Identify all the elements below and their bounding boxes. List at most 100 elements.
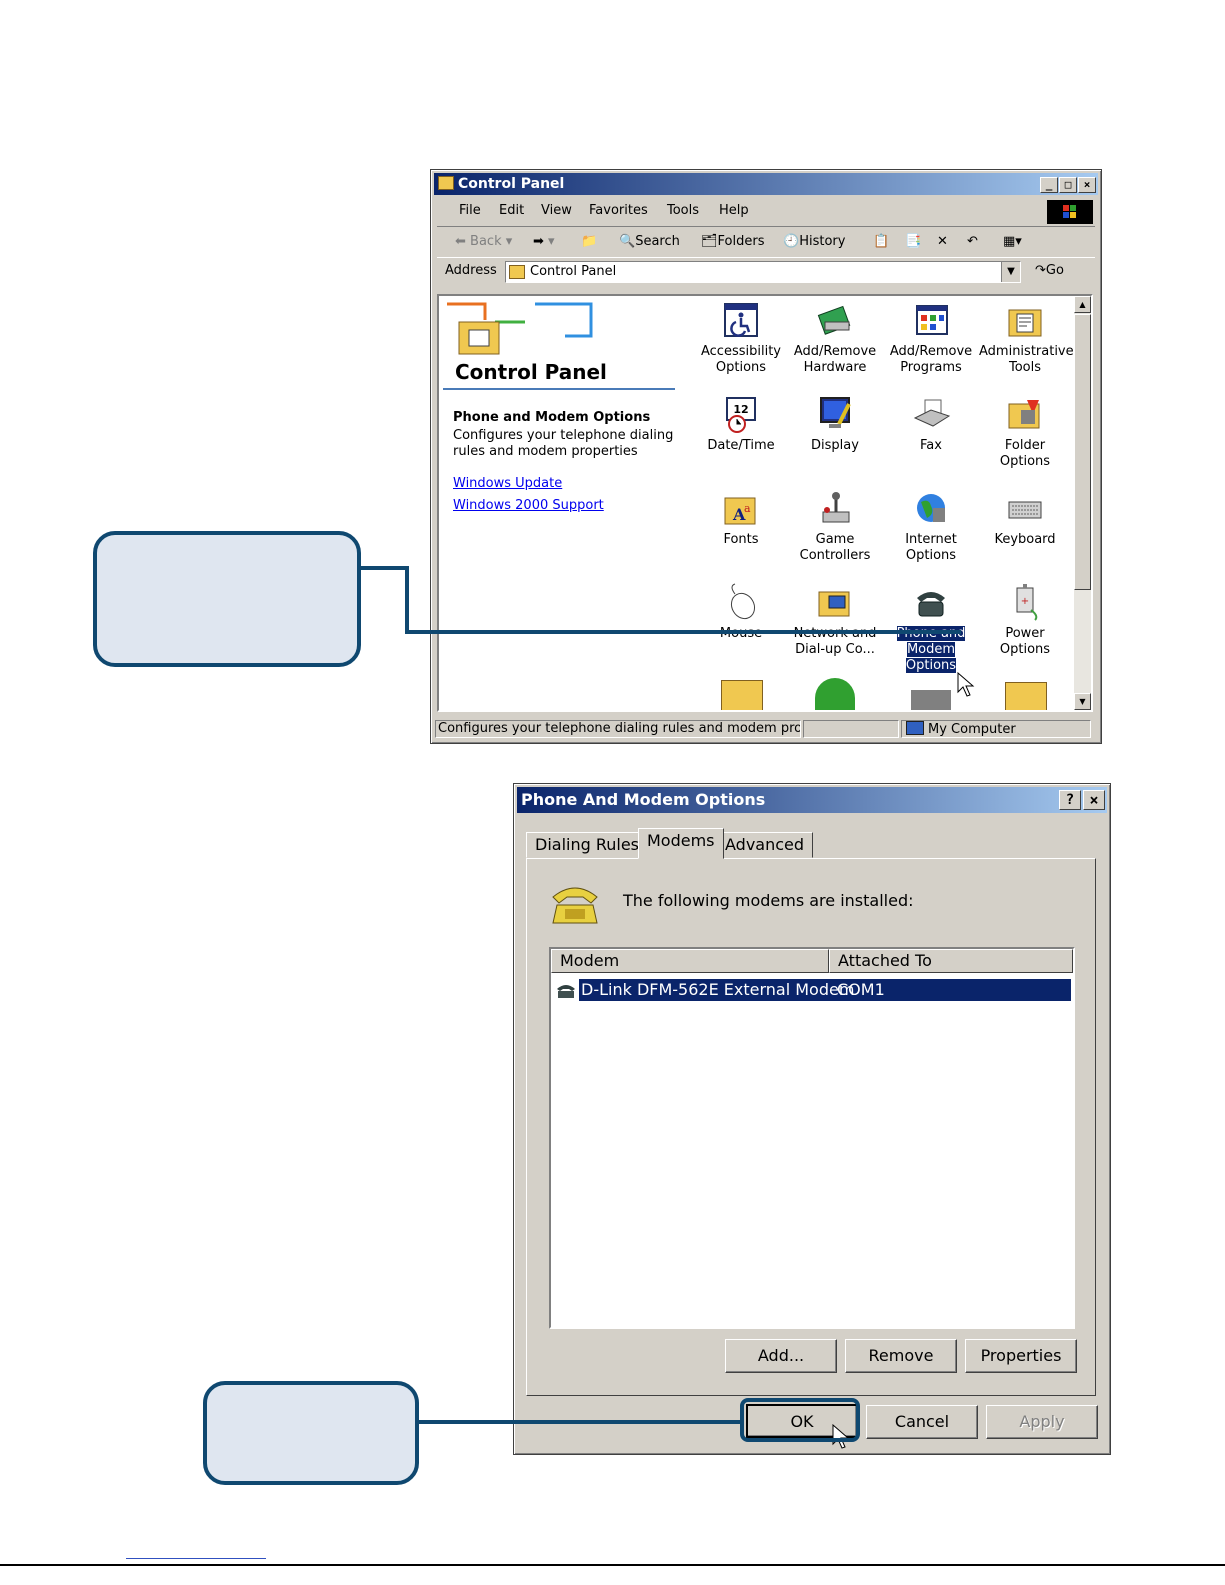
status-text: Configures your telephone dialing rules …: [435, 720, 801, 738]
history-icon: 🕘: [783, 234, 800, 249]
remove-modem-button[interactable]: Remove: [845, 1339, 957, 1373]
tab-advanced[interactable]: Advanced: [716, 832, 814, 858]
add-modem-button[interactable]: Add...: [725, 1339, 837, 1373]
folder-options-item[interactable]: Folder Options: [979, 394, 1071, 470]
undo-icon[interactable]: ↶: [967, 234, 978, 249]
menu-edit[interactable]: Edit: [499, 203, 524, 218]
fonts-icon: Aa: [724, 497, 756, 525]
keyboard-item[interactable]: Keyboard: [979, 488, 1071, 548]
mouse-cursor-icon: [957, 672, 975, 697]
modem-icon: [557, 985, 575, 998]
control-panel-banner-icon: [445, 302, 595, 360]
back-arrow-icon: ⬅: [455, 234, 466, 249]
printers-partial-icon: [721, 680, 763, 710]
administrative-tools-item[interactable]: Administrative Tools: [979, 300, 1074, 376]
ok-button-highlight-ring: [740, 1398, 860, 1442]
column-header-attached-to[interactable]: Attached To: [829, 949, 1073, 973]
add-remove-hardware-item[interactable]: Add/Remove Hardware: [789, 300, 881, 376]
forward-button[interactable]: ➡ ▾: [533, 234, 555, 249]
tab-modems[interactable]: Modems: [638, 828, 724, 859]
callout-box-control-panel: [93, 531, 361, 667]
control-panel-titlebar[interactable]: Control Panel _ □ ×: [434, 173, 1098, 195]
copy-to-icon[interactable]: 📑: [905, 234, 921, 249]
modem-properties-button[interactable]: Properties: [965, 1339, 1077, 1373]
callout-box-ok: [203, 1381, 419, 1485]
joystick-icon: [822, 492, 850, 523]
fonts-item[interactable]: Aa Fonts: [695, 488, 787, 548]
sidebar-divider: [443, 388, 675, 390]
fax-item[interactable]: Fax: [885, 394, 977, 454]
date-time-item[interactable]: 12 Date/Time: [695, 394, 787, 454]
callout-connector-horizontal-bottom: [405, 630, 961, 634]
apply-button[interactable]: Apply: [986, 1405, 1098, 1439]
vertical-scrollbar[interactable]: ▲ ▼: [1074, 296, 1091, 710]
go-button[interactable]: ↷Go: [1035, 263, 1064, 278]
scroll-up-button[interactable]: ▲: [1074, 296, 1091, 313]
minimize-button[interactable]: _: [1040, 177, 1058, 193]
accessibility-options-item[interactable]: Accessibility Options: [695, 300, 787, 376]
delete-icon[interactable]: ✕: [937, 234, 948, 249]
history-button[interactable]: 🕘History: [783, 234, 845, 249]
hardware-icon: [817, 305, 851, 335]
fax-icon: [913, 399, 951, 427]
menu-file[interactable]: File: [459, 203, 481, 218]
callout-connector-vertical: [405, 566, 409, 634]
control-panel-window-icon: [438, 176, 454, 190]
page-footer-rule: [0, 1564, 1225, 1566]
admin-tools-icon: [1008, 309, 1042, 337]
svg-text:12: 12: [733, 403, 748, 416]
address-input[interactable]: Control Panel ▼: [505, 261, 1021, 283]
table-row[interactable]: D-Link DFM-562E External Modem COM1: [553, 978, 1072, 1002]
move-to-icon[interactable]: 📋: [873, 234, 889, 249]
scroll-down-button[interactable]: ▼: [1074, 693, 1091, 710]
address-dropdown-button[interactable]: ▼: [1001, 262, 1020, 282]
close-button[interactable]: ×: [1078, 177, 1096, 193]
windows-update-link[interactable]: Windows Update: [453, 476, 562, 491]
folders-button[interactable]: 🗂Folders: [701, 234, 764, 249]
programs-icon: [916, 305, 948, 335]
network-dialup-item[interactable]: Network and Dial-up Co...: [789, 582, 881, 658]
search-button[interactable]: 🔍Search: [619, 234, 680, 249]
maximize-button[interactable]: □: [1059, 177, 1077, 193]
internet-options-item[interactable]: Internet Options: [885, 488, 977, 564]
regional-options-partial-icon: [815, 678, 855, 710]
column-header-modem[interactable]: Modem: [551, 949, 829, 973]
power-icon: +: [1016, 584, 1038, 621]
game-controllers-item[interactable]: Game Controllers: [789, 488, 881, 564]
phone-icon: [917, 592, 945, 617]
display-item[interactable]: Display: [789, 394, 881, 454]
scroll-thumb[interactable]: [1074, 314, 1091, 590]
control-panel-small-icon: [509, 265, 525, 279]
menu-tools[interactable]: Tools: [667, 203, 699, 218]
selected-item-description: Configures your telephone dialing rules …: [453, 428, 674, 459]
power-options-item[interactable]: + Power Options: [979, 582, 1071, 658]
callout-connector-ok-line: [419, 1420, 743, 1424]
telephone-icon: [552, 887, 598, 924]
status-zone: My Computer: [901, 720, 1091, 738]
menu-favorites[interactable]: Favorites: [589, 203, 648, 218]
menu-help[interactable]: Help: [719, 203, 749, 218]
dialog-close-button[interactable]: ×: [1083, 790, 1105, 810]
address-bar: Address Control Panel ▼ ↷Go: [437, 258, 1095, 286]
windows-2000-support-link[interactable]: Windows 2000 Support: [453, 498, 604, 513]
phone-modem-dialog: Phone And Modem Options ? × Dialing Rule…: [513, 783, 1111, 1455]
modems-list[interactable]: Modem Attached To D-Link DFM-562E Extern…: [549, 947, 1075, 1329]
control-panel-title: Control Panel: [458, 176, 565, 192]
network-icon: [818, 591, 850, 617]
selected-item-title: Phone and Modem Options: [453, 410, 651, 425]
phone-modem-options-item[interactable]: Phone and Modem Options: [885, 582, 977, 674]
menu-bar: File Edit View Favorites Tools Help: [437, 198, 1095, 224]
dialog-titlebar[interactable]: Phone And Modem Options ? ×: [517, 787, 1107, 813]
callout-connector-horizontal-top: [361, 566, 409, 570]
folder-options-icon: [1008, 400, 1040, 429]
tab-dialing-rules[interactable]: Dialing Rules: [526, 832, 649, 858]
add-remove-programs-item[interactable]: Add/Remove Programs: [885, 300, 977, 376]
menu-view[interactable]: View: [541, 203, 572, 218]
cancel-button[interactable]: Cancel: [866, 1405, 978, 1439]
address-label: Address: [445, 263, 497, 278]
help-button[interactable]: ?: [1059, 790, 1081, 810]
control-panel-window: Control Panel _ □ × File Edit View Favor…: [430, 169, 1102, 744]
up-folder-icon[interactable]: 📁: [581, 234, 597, 249]
views-icon[interactable]: ▦▾: [1003, 234, 1022, 249]
back-button[interactable]: ⬅ Back ▾: [455, 234, 512, 249]
